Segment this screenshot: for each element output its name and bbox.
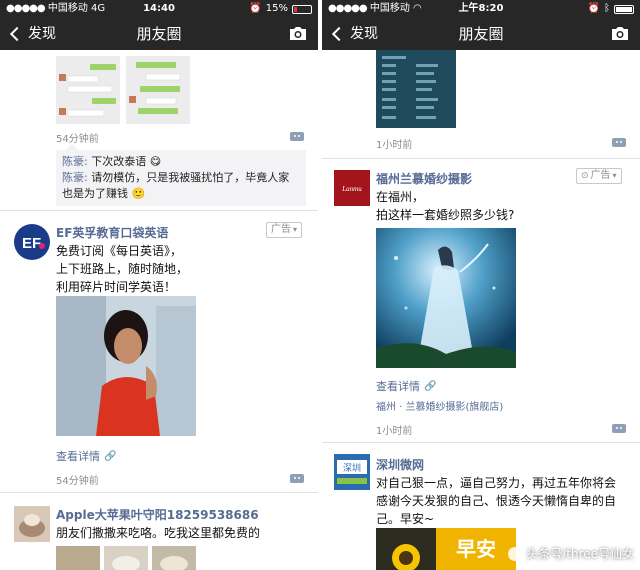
details-label: 查看详情 (56, 450, 100, 463)
food-images[interactable] (56, 546, 196, 570)
chat-screenshot-images[interactable] (56, 56, 196, 124)
nav-bar: 发现 朋友圈 (0, 18, 318, 50)
toutiao-logo-icon (508, 546, 523, 561)
avatar[interactable] (14, 506, 50, 542)
emoji-icon: 🙂 (131, 187, 146, 200)
ad-label: 广告 (271, 224, 291, 235)
divider (0, 492, 318, 493)
emoji-icon: 😋 (149, 155, 162, 168)
status-bar: ●●●●● 中国移动 4G 14:40 ⏰ 15% (0, 0, 318, 18)
post-text: 朋友们撒撒来吃咯。吃我这里都免费的 (56, 526, 261, 540)
moments-feed[interactable]: 54分钟前 陈豪: 下次改泰语 😋 陈豪: 请勿模仿，只是我被骚扰怕了，毕竟人家… (0, 50, 318, 570)
moments-feed[interactable]: 1小时前 Lanmu 福州兰慕婚纱摄影 ⊙ 广告 ▾ 在福州， 拍这样一套婚纱照… (322, 50, 640, 570)
svg-text:早安: 早安 (456, 537, 496, 561)
left-screenshot: ●●●●● 中国移动 4G 14:40 ⏰ 15% 发现 朋友圈 54分钟前 陈… (0, 0, 318, 570)
page-title: 朋友圈 (458, 25, 504, 43)
location-pin-icon: ⊙ (581, 171, 589, 181)
ad-photo[interactable] (376, 228, 516, 368)
right-screenshot: ●●●●● 中国移动 ◠ 上午8:20 ⏰ ᛒ 发现 朋友圈 1小时前 Lanm… (322, 0, 640, 570)
post-text: 免费订阅《每日英语》， 上下班路上，随时随地， 利用碎片时间学英语！ (56, 244, 189, 294)
svg-text:EF: EF (22, 235, 41, 252)
poster-name[interactable]: 福州兰慕婚纱摄影 (376, 170, 472, 187)
ad-badge[interactable]: 广告 ▾ (266, 222, 303, 238)
link-icon: 🔗 (104, 450, 117, 462)
page-title: 朋友圈 (136, 25, 182, 43)
svg-text:Lanmu: Lanmu (341, 185, 362, 193)
comment-icon[interactable] (290, 474, 304, 483)
link-icon: 🔗 (424, 380, 437, 392)
comments-box: 陈豪: 下次改泰语 😋 陈豪: 请勿模仿，只是我被骚扰怕了，毕竟人家也是为了赚钱… (56, 144, 306, 206)
watermark-text: 头条号/three号仙女 (526, 547, 634, 561)
ad-badge[interactable]: ⊙ 广告 ▾ (576, 168, 622, 184)
chevron-down-icon: ▾ (293, 225, 298, 234)
post-time: 54分钟前 (56, 476, 99, 487)
ad-photo[interactable] (56, 296, 196, 436)
battery-icon (292, 4, 312, 14)
morning-image[interactable]: 早安 (376, 528, 516, 570)
post-time: 1小时前 (376, 426, 413, 437)
ad-label: 广告 (590, 170, 611, 181)
comment-icon[interactable] (612, 138, 626, 147)
divider (322, 158, 640, 159)
comment-text: 请勿模仿，只是我被骚扰怕了，毕竟人家也是为了赚钱 (62, 171, 290, 200)
poster-name[interactable]: Apple大苹果叶守阳18259538686 (56, 506, 259, 523)
comment-text: 下次改泰语 (91, 155, 147, 168)
chevron-down-icon: ▾ (612, 171, 617, 180)
svg-text:深圳: 深圳 (343, 463, 361, 474)
comment-icon[interactable] (290, 132, 304, 141)
battery-percent: 15% (265, 3, 288, 14)
bluetooth-icon: ᛒ (604, 3, 610, 14)
post-time: 1小时前 (376, 140, 413, 151)
comment-author[interactable]: 陈豪: (62, 171, 88, 184)
watermark: 头条号/three号仙女 (508, 545, 634, 562)
comment-item[interactable]: 陈豪: 请勿模仿，只是我被骚扰怕了，毕竟人家也是为了赚钱 🙂 (62, 170, 300, 202)
comment-item[interactable]: 陈豪: 下次改泰语 😋 (62, 154, 300, 170)
alarm-icon: ⏰ (249, 3, 262, 14)
poster-name[interactable]: EF英孚教育口袋英语 (56, 224, 168, 241)
avatar[interactable]: Lanmu (334, 170, 370, 206)
battery-icon (614, 4, 634, 14)
camera-icon[interactable] (610, 26, 630, 41)
post-time: 54分钟前 (56, 134, 99, 145)
comment-author[interactable]: 陈豪: (62, 155, 88, 168)
view-details-link[interactable]: 查看详情 🔗 (376, 378, 436, 394)
post-text: 对自己狠一点，逼自己努力，再过五年你将会感谢今天发狠的自己、恨透今天懒惰自卑的自… (376, 476, 617, 526)
view-details-link[interactable]: 查看详情 🔗 (56, 448, 116, 464)
comment-icon[interactable] (612, 424, 626, 433)
poster-name[interactable]: 深圳微网 (376, 456, 424, 473)
nav-bar: 发现 朋友圈 (322, 18, 640, 50)
camera-icon[interactable] (288, 26, 308, 41)
details-label: 查看详情 (376, 380, 420, 393)
divider (322, 442, 640, 443)
alarm-icon: ⏰ (587, 3, 600, 14)
weather-screenshot-image[interactable] (376, 50, 456, 128)
status-bar: ●●●●● 中国移动 ◠ 上午8:20 ⏰ ᛒ (322, 0, 640, 18)
post-text: 在福州， 拍这样一套婚纱照多少钱? (376, 190, 515, 222)
avatar[interactable]: 深圳 (334, 454, 370, 490)
divider (0, 210, 318, 211)
avatar[interactable]: EF (14, 224, 50, 260)
location-label[interactable]: 福州 · 兰慕婚纱摄影(旗舰店) (376, 398, 503, 413)
